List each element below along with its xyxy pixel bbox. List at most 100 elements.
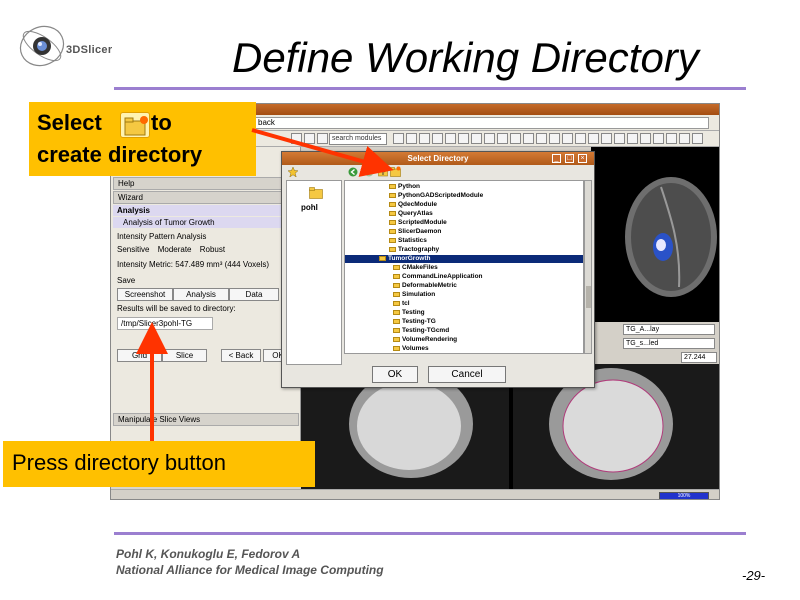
toolbar-button[interactable] [588, 133, 599, 144]
folder-icon [393, 345, 400, 351]
label-map-select[interactable]: TG_A...lay [623, 324, 715, 335]
folder-icon [379, 255, 386, 261]
tree-item-label: TumorGrowth [388, 255, 431, 262]
tree-item[interactable]: Python [345, 183, 583, 191]
tree-item[interactable]: CommandLineApplication [345, 273, 583, 281]
toolbar-button[interactable] [393, 133, 404, 144]
toolbar-button[interactable] [419, 133, 430, 144]
tree-item[interactable]: Testing [345, 309, 583, 317]
tree-item-label: SlicerDaemon [398, 228, 442, 235]
toolbar-button[interactable] [291, 133, 302, 144]
folder-icon [389, 201, 396, 207]
toolbar-button[interactable] [692, 133, 703, 144]
module-nav-field[interactable]: back [254, 117, 709, 129]
tree-item-label: Testing-TGcmd [402, 327, 450, 334]
tree-item-selected[interactable]: TumorGrowth [345, 255, 583, 263]
tree-item[interactable]: DeformableMetric [345, 282, 583, 290]
back-arrow-icon[interactable] [348, 167, 358, 177]
toolbar-button[interactable] [445, 133, 456, 144]
analysis-tab[interactable]: Analysis [173, 288, 229, 301]
volume-select[interactable]: TG_s...led [623, 338, 715, 349]
toolbar-button[interactable] [640, 133, 651, 144]
tree-item[interactable]: Volumes [345, 345, 583, 353]
tree-item[interactable]: QdecModule [345, 201, 583, 209]
tree-item[interactable]: Statistics [345, 237, 583, 245]
close-icon[interactable]: × [578, 154, 587, 163]
tree-item[interactable]: Simulation [345, 291, 583, 299]
dialog-ok-button[interactable]: OK [372, 366, 418, 383]
toolbar-button[interactable] [497, 133, 508, 144]
save-label: Save [117, 276, 136, 285]
folder-icon [389, 192, 396, 198]
tree-scrollbar[interactable] [584, 180, 592, 354]
tree-item-label: Python [398, 183, 421, 190]
progress-bar: 100% [659, 492, 709, 499]
screenshot-tab[interactable]: Screenshot [117, 288, 173, 301]
help-section-header[interactable]: Help [113, 177, 299, 190]
directory-field[interactable]: /tmp/Slicer3pohl-TG [117, 317, 213, 330]
toolbar-button[interactable] [536, 133, 547, 144]
results-text: Results will be saved to directory: [117, 304, 236, 313]
place-item-pohl[interactable]: pohl [301, 203, 318, 212]
grid-button[interactable]: Grid [117, 349, 162, 362]
axial-viewer[interactable] [591, 147, 719, 322]
maximize-icon[interactable]: □ [565, 154, 574, 163]
tree-item-label: Simulation [402, 291, 436, 298]
folder-icon [393, 318, 400, 324]
folder-icon [393, 309, 400, 315]
tree-item-label: tcl [402, 300, 410, 307]
toolbar-button[interactable] [653, 133, 664, 144]
tree-item[interactable]: tcl [345, 300, 583, 308]
search-modules-input[interactable]: search modules [329, 133, 387, 145]
dialog-cancel-button[interactable]: Cancel [428, 366, 506, 383]
toolbar-button[interactable] [304, 133, 315, 144]
manipulate-slice-views-header[interactable]: Manipulate Slice Views [113, 413, 299, 426]
tree-item-label: Tractography [398, 246, 440, 253]
tree-item[interactable]: Tractography [345, 246, 583, 254]
tree-item[interactable]: ScriptedModule [345, 219, 583, 227]
slide-title: Define Working Directory [232, 34, 699, 81]
tree-item[interactable]: VolumeRendering [345, 336, 583, 344]
radio-sensitive[interactable]: Sensitive [117, 245, 149, 254]
star-icon[interactable] [288, 167, 298, 177]
toolbar-button[interactable] [562, 133, 573, 144]
new-folder-icon[interactable] [390, 166, 401, 177]
minimize-icon[interactable]: _ [552, 154, 561, 163]
tree-item[interactable]: QueryAtlas [345, 210, 583, 218]
radio-robust[interactable]: Robust [200, 245, 225, 254]
up-folder-icon[interactable] [378, 167, 388, 177]
toolbar-button[interactable] [458, 133, 469, 144]
tree-item[interactable]: PythonGADScriptedModule [345, 192, 583, 200]
toolbar-button[interactable] [614, 133, 625, 144]
tree-item[interactable]: Testing-TG [345, 318, 583, 326]
scrollbar-thumb[interactable] [586, 286, 591, 308]
toolbar-button[interactable] [627, 133, 638, 144]
forward-arrow-icon[interactable] [364, 167, 374, 177]
slice-button[interactable]: Slice [162, 349, 207, 362]
toolbar-button[interactable] [317, 133, 328, 144]
toolbar-button[interactable] [406, 133, 417, 144]
toolbar-button[interactable] [601, 133, 612, 144]
toolbar-button[interactable] [549, 133, 560, 144]
back-button[interactable]: < Back [221, 349, 261, 362]
folder-icon [389, 246, 396, 252]
data-tab[interactable]: Data [229, 288, 279, 301]
folder-icon [389, 183, 396, 189]
toolbar-button[interactable] [510, 133, 521, 144]
toolbar-button[interactable] [575, 133, 586, 144]
toolbar-button[interactable] [679, 133, 690, 144]
toolbar-button[interactable] [484, 133, 495, 144]
toolbar-button[interactable] [523, 133, 534, 144]
tree-item[interactable]: CMakeFiles [345, 264, 583, 272]
footer-authors: Pohl K, Konukoglu E, Fedorov A [116, 547, 301, 561]
slice-offset-value[interactable]: 27.244 [681, 352, 717, 363]
tree-item[interactable]: Testing-TGcmd [345, 327, 583, 335]
tree-item[interactable]: SlicerDaemon [345, 228, 583, 236]
dialog-title: Select Directory [282, 152, 594, 165]
toolbar-button[interactable] [666, 133, 677, 144]
toolbar-button[interactable] [471, 133, 482, 144]
radio-moderate[interactable]: Moderate [158, 245, 192, 254]
toolbar-button[interactable] [432, 133, 443, 144]
wizard-section-header[interactable]: Wizard [113, 191, 299, 204]
folder-icon [389, 219, 396, 225]
